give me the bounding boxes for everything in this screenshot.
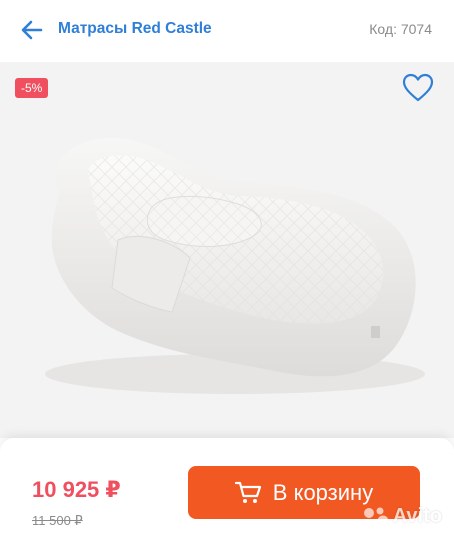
old-price: 11 500 ₽	[32, 513, 83, 528]
discount-badge: -5%	[15, 78, 49, 98]
heart-outline-icon	[402, 73, 434, 102]
avito-logo-icon	[363, 507, 389, 526]
top-bar: Матрасы Red Castle Код: 7074	[0, 0, 454, 62]
product-image	[45, 138, 425, 394]
page-title: Матрасы Red Castle	[58, 20, 212, 37]
item-code: Код: 7074	[369, 21, 432, 37]
avito-watermark: Avito	[363, 505, 442, 528]
add-to-cart-label: В корзину	[272, 479, 374, 505]
price: 10 925 ₽	[32, 477, 121, 502]
back-button[interactable]	[18, 16, 46, 44]
arrow-left-icon	[21, 20, 43, 40]
cart-icon	[234, 481, 263, 505]
product-gallery[interactable]: -5%	[0, 62, 454, 438]
purchase-bar: 10 925 ₽ 11 500 ₽ В корзину Avito	[0, 438, 454, 540]
watermark-text: Avito	[392, 505, 442, 527]
favorite-button[interactable]	[398, 68, 438, 108]
